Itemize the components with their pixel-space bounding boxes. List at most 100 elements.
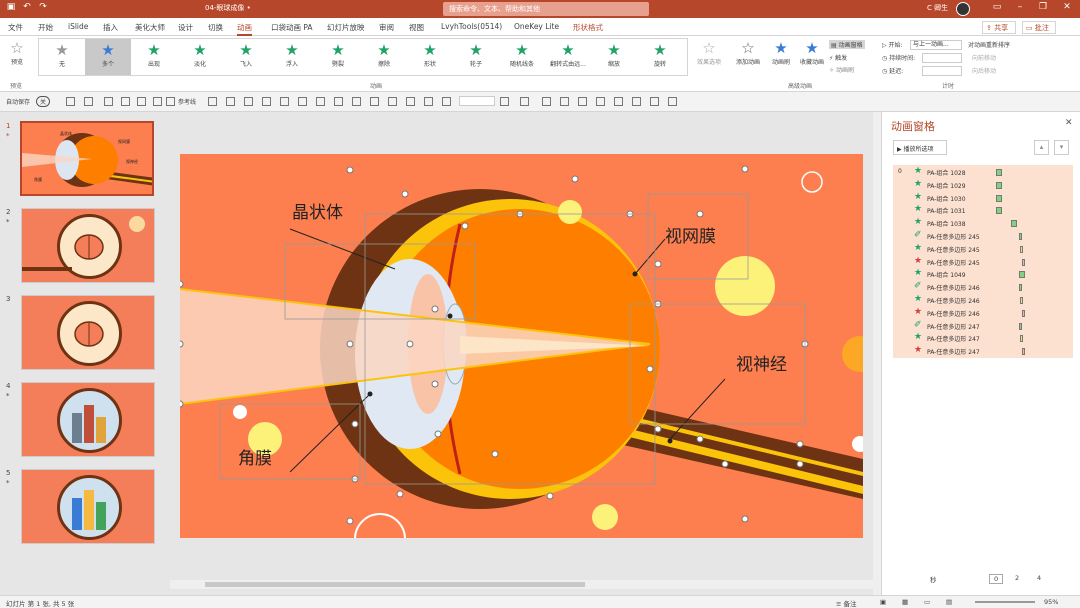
anim-multiple[interactable]: ★ 多个	[85, 39, 131, 75]
ribbon-display-icon[interactable]: ▭	[990, 2, 1004, 12]
move-earlier-button[interactable]: 向前移动	[972, 53, 996, 62]
tab-slideshow[interactable]: 幻灯片放映	[327, 22, 365, 33]
fill-icon[interactable]	[388, 97, 397, 106]
animation-item[interactable]: ★ PA-任意多边形 245	[893, 256, 1073, 269]
tab-design[interactable]: 设计	[178, 22, 193, 33]
lock-icon[interactable]	[596, 97, 605, 106]
timing-bar[interactable]	[1019, 233, 1022, 240]
anim-flip[interactable]: ★ 翻转式由远...	[545, 39, 591, 75]
label-optic-nerve[interactable]: 视神经	[736, 350, 787, 375]
anim-random-bars[interactable]: ★ 随机线条	[499, 39, 545, 75]
timing-bar[interactable]	[1022, 348, 1025, 356]
animation-item[interactable]: ★ PA-任意多边形 247	[893, 345, 1073, 358]
font-size-input[interactable]	[459, 96, 495, 106]
table-icon[interactable]	[137, 97, 146, 106]
anim-zoom[interactable]: ★ 缩放	[591, 39, 637, 75]
timing-bar[interactable]	[1022, 258, 1025, 266]
animation-item[interactable]: ✐ PA-任意多边形 245	[893, 230, 1073, 243]
tab-file[interactable]: 文件	[8, 22, 23, 33]
animation-item[interactable]: ✐ PA-任意多边形 246	[893, 281, 1073, 294]
anim-spin[interactable]: ★ 旋转	[637, 39, 683, 75]
timing-bar[interactable]	[1020, 335, 1023, 343]
add-animation-button[interactable]: ☆ 添加动画	[733, 40, 763, 67]
arrange-icon[interactable]	[262, 97, 271, 106]
timing-bar[interactable]	[996, 207, 1002, 215]
outline-icon[interactable]	[406, 97, 415, 106]
label-retina[interactable]: 视网膜	[665, 222, 716, 247]
anim-wheel[interactable]: ★ 轮子	[453, 39, 499, 75]
crop-icon[interactable]	[226, 97, 235, 106]
animation-item[interactable]: ★ PA-任意多边形 246	[893, 294, 1073, 307]
slide-thumb-2[interactable]	[21, 208, 155, 283]
sorter-view-icon[interactable]: ▦	[902, 598, 908, 606]
close-icon[interactable]: ✕	[1060, 2, 1074, 12]
animation-item[interactable]: ★ PA-组合 1031	[893, 204, 1073, 217]
redo-icon[interactable]	[104, 97, 113, 106]
anim-wipe[interactable]: ★ 擦除	[361, 39, 407, 75]
move-up-button[interactable]: ▴	[1034, 140, 1049, 155]
save-icon[interactable]	[66, 97, 75, 106]
timing-bar[interactable]	[996, 181, 1002, 189]
animation-item[interactable]: ★ PA-组合 1038	[893, 217, 1073, 230]
tab-lvyhtools[interactable]: LvyhTools(0514)	[441, 22, 502, 31]
text-format-icon[interactable]	[520, 97, 529, 106]
rotate-icon[interactable]	[370, 97, 379, 106]
tab-transition[interactable]: 切换	[208, 22, 223, 33]
tab-shape-format[interactable]: 形状格式	[573, 22, 603, 33]
spacing-icon[interactable]	[542, 97, 551, 106]
font-color-icon[interactable]	[500, 97, 509, 106]
animation-item[interactable]: ★ PA-任意多边形 247	[893, 332, 1073, 345]
distribute-icon[interactable]	[316, 97, 325, 106]
reading-view-icon[interactable]: ▭	[924, 598, 930, 606]
normal-view-icon[interactable]: ▣	[880, 598, 886, 606]
tab-meihua[interactable]: 美化大师	[135, 22, 165, 33]
shape-icon[interactable]	[578, 97, 587, 106]
align-text-icon[interactable]	[560, 97, 569, 106]
slide-thumb-1[interactable]: 晶状体 视网膜 视神经 角膜	[20, 121, 154, 196]
tab-insert[interactable]: 插入	[103, 22, 118, 33]
horizontal-scroll-thumb[interactable]	[205, 582, 585, 587]
start-select[interactable]: 与上一动画...	[910, 40, 962, 50]
restore-icon[interactable]: ❐	[1036, 2, 1050, 12]
animation-item[interactable]: ★ PA-组合 1049	[893, 268, 1073, 281]
redo-icon[interactable]: ↷	[36, 2, 50, 12]
autosave-toggle[interactable]: 关	[36, 96, 51, 107]
zoom-level[interactable]: 95%	[1044, 598, 1058, 606]
tab-onekey[interactable]: OneKey Lite	[514, 22, 559, 31]
effects-icon[interactable]	[352, 97, 361, 106]
slide-thumb-4[interactable]	[21, 382, 155, 457]
delay-input[interactable]	[922, 66, 962, 76]
share-button[interactable]: ⇪ 共享	[982, 21, 1016, 34]
anim-appear[interactable]: ★ 出现	[131, 39, 177, 75]
move-later-button[interactable]: 向后移动	[972, 66, 996, 75]
timeline-scale-0[interactable]: 0	[989, 574, 1004, 584]
group-icon[interactable]	[244, 97, 253, 106]
slide-thumb-5[interactable]	[21, 469, 155, 544]
undo-icon[interactable]	[84, 97, 93, 106]
notes-button[interactable]: ≡ 备注	[836, 598, 857, 608]
label-cornea[interactable]: 角膜	[238, 444, 272, 469]
anim-float-in[interactable]: ★ 浮入	[269, 39, 315, 75]
animation-item[interactable]: ★ PA-组合 1030	[893, 192, 1073, 205]
seconds-label[interactable]: 秒	[930, 574, 937, 584]
timing-bar[interactable]	[1019, 271, 1025, 279]
picture-icon[interactable]	[442, 97, 451, 106]
timing-bar[interactable]	[996, 169, 1002, 176]
zoom-slider[interactable]	[975, 601, 1035, 603]
tab-animation[interactable]: 动画	[237, 22, 252, 36]
user-name[interactable]: C 卿生	[927, 3, 948, 13]
animation-pane-button[interactable]: ▤ 动画窗格	[829, 40, 865, 49]
tab-view[interactable]: 视图	[409, 22, 424, 33]
guides-checkbox[interactable]	[166, 97, 175, 106]
painter2-button[interactable]: ✧ 动画刷	[829, 65, 854, 74]
tab-home[interactable]: 开始	[38, 22, 53, 33]
align-icon[interactable]	[208, 97, 217, 106]
brush-icon[interactable]	[614, 97, 623, 106]
timing-bar[interactable]	[1020, 245, 1023, 253]
animation-item[interactable]: ✐ PA-任意多边形 247	[893, 320, 1073, 333]
merge-icon[interactable]	[424, 97, 433, 106]
move-down-button[interactable]: ▾	[1054, 140, 1069, 155]
timing-bar[interactable]	[1020, 297, 1023, 304]
horizontal-scrollbar[interactable]	[170, 580, 874, 589]
timing-bar[interactable]	[996, 194, 1002, 202]
